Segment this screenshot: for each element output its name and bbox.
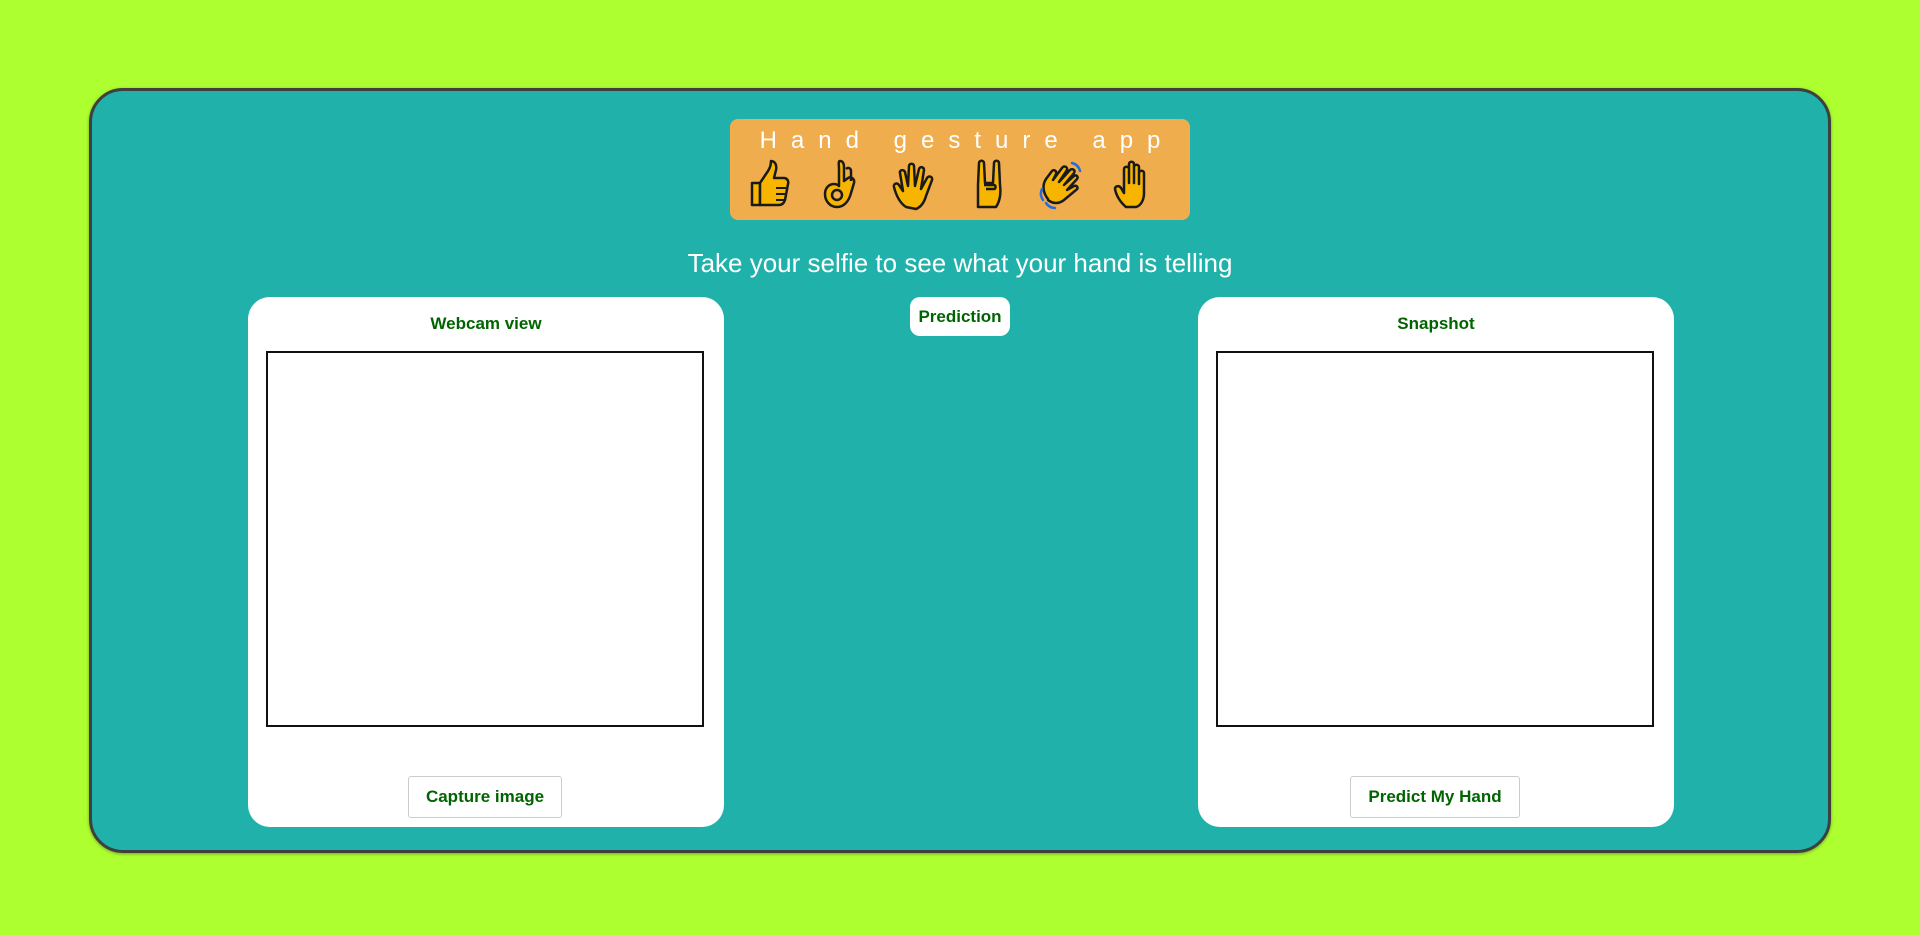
raised-back-of-hand-icon <box>1113 160 1146 209</box>
sign-of-horns-icon <box>976 159 1002 209</box>
gesture-icon-row <box>730 159 1190 215</box>
capture-image-button[interactable]: Capture image <box>408 776 562 818</box>
snapshot-view <box>1216 351 1654 727</box>
webcam-card: Webcam view Capture image <box>248 297 724 827</box>
header-banner: Hand gesture app <box>730 119 1190 220</box>
ok-hand-icon <box>823 159 856 209</box>
prediction-button[interactable]: Prediction <box>910 297 1010 336</box>
snapshot-card-title: Snapshot <box>1397 314 1475 333</box>
app-title: Hand gesture app <box>759 127 1175 154</box>
raised-hand-fingers-splayed-icon <box>892 162 934 211</box>
thumbs-up-icon <box>750 159 790 207</box>
webcam-view <box>266 351 704 727</box>
webcam-card-title: Webcam view <box>430 314 542 333</box>
snapshot-card: Snapshot Predict My Hand <box>1198 297 1674 827</box>
page-subtitle: Take your selfie to see what your hand i… <box>687 248 1233 278</box>
waving-hand-icon <box>1039 161 1082 210</box>
predict-my-hand-button[interactable]: Predict My Hand <box>1350 776 1520 818</box>
